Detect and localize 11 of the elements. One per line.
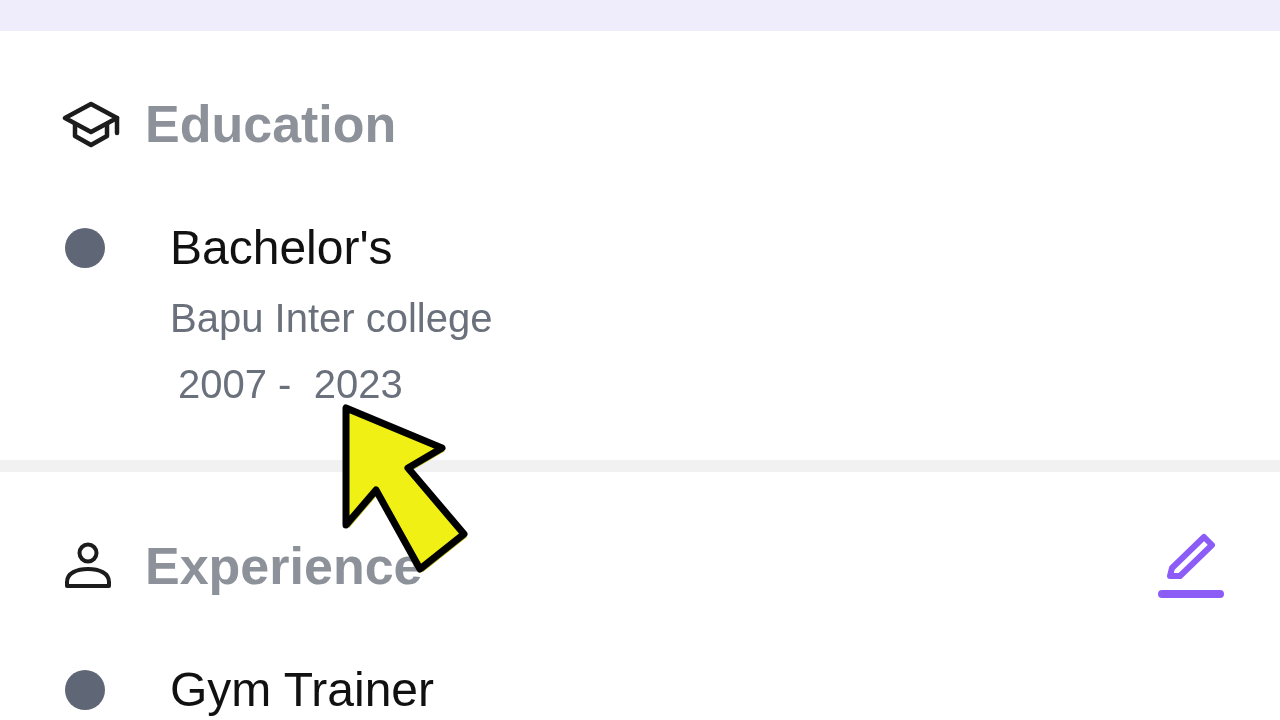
section-title: Experience [145, 536, 423, 596]
entry-detail: Bapu Inter college [170, 295, 493, 342]
graduation-cap-icon [62, 100, 120, 148]
entry-title: Gym Trainer [170, 662, 435, 718]
section-title: Education [145, 94, 397, 154]
entry-detail: 2007 - 2023 [178, 361, 403, 408]
bullet-dot-icon [65, 228, 105, 268]
bullet-dot-icon [65, 670, 105, 710]
pencil-icon [1158, 532, 1224, 600]
edit-button[interactable] [1158, 532, 1224, 600]
entry-title: Bachelor's [170, 220, 393, 276]
